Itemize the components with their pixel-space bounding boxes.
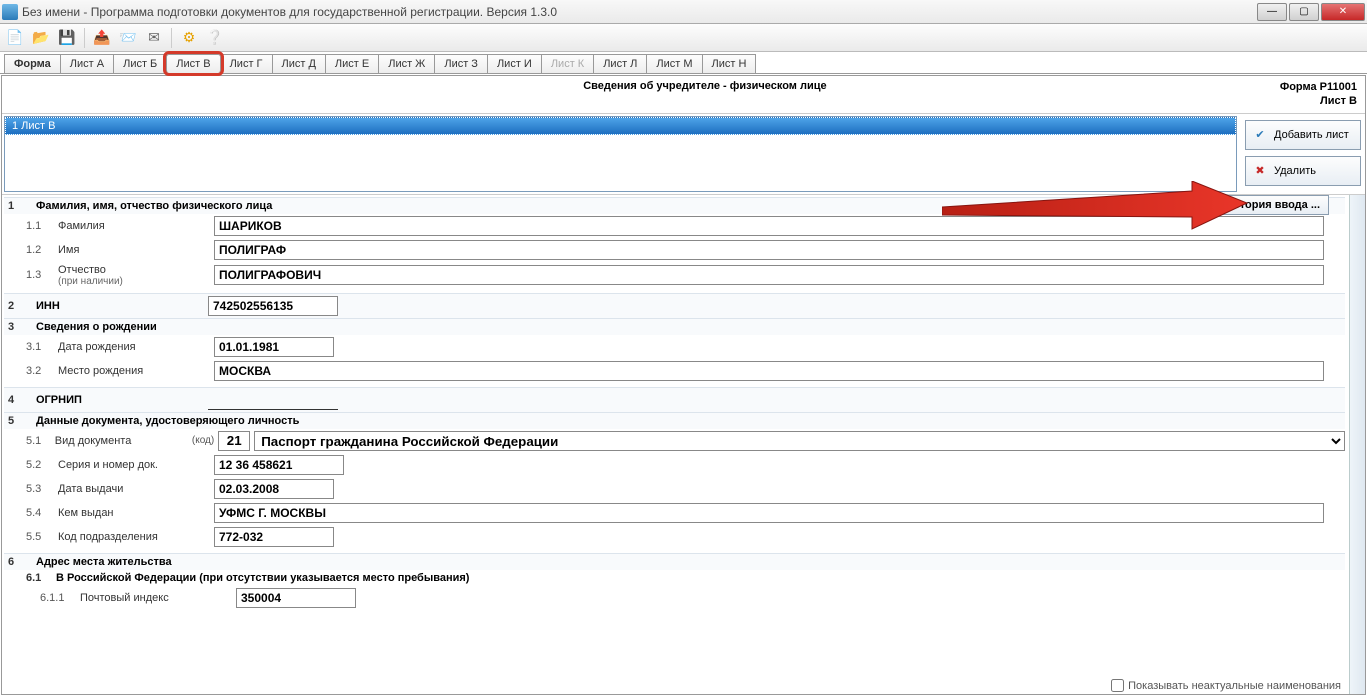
section-6-title: Адрес места жительства xyxy=(36,556,172,568)
section-2-title: ИНН xyxy=(36,300,208,312)
form-code: Форма Р11001 xyxy=(1280,80,1357,94)
inn-input[interactable] xyxy=(208,296,338,316)
mail-icon[interactable]: 📨 xyxy=(117,27,139,49)
tab-i[interactable]: Лист И xyxy=(487,54,542,73)
tab-v[interactable]: Лист В xyxy=(166,54,220,73)
label-postcode: Почтовый индекс xyxy=(80,592,230,604)
tab-k[interactable]: Лист К xyxy=(541,54,594,73)
app-icon xyxy=(2,4,18,20)
tab-z[interactable]: Лист З xyxy=(434,54,488,73)
tab-l[interactable]: Лист Л xyxy=(593,54,647,73)
maximize-button[interactable]: ▢ xyxy=(1289,3,1319,21)
tabs-bar: Форма Лист А Лист Б Лист В Лист Г Лист Д… xyxy=(0,52,1367,74)
sheet-list[interactable]: 1 Лист В xyxy=(4,116,1237,192)
tab-d[interactable]: Лист Д xyxy=(272,54,326,73)
docseries-input[interactable] xyxy=(214,455,344,475)
scrollbar[interactable] xyxy=(1349,195,1365,694)
postcode-input[interactable] xyxy=(236,588,356,608)
save-icon[interactable]: 💾 xyxy=(56,27,78,49)
tab-n[interactable]: Лист Н xyxy=(702,54,757,73)
tab-zh[interactable]: Лист Ж xyxy=(378,54,435,73)
cross-icon: ✖ xyxy=(1252,163,1268,179)
surname-input[interactable] xyxy=(214,216,1324,236)
section-5-title: Данные документа, удостоверяющего личнос… xyxy=(36,415,299,427)
divcode-input[interactable] xyxy=(214,527,334,547)
envelope-icon[interactable]: ✉ xyxy=(143,27,165,49)
show-obsolete-checkbox[interactable] xyxy=(1111,679,1124,692)
tab-e[interactable]: Лист Е xyxy=(325,54,379,73)
label-surname: Фамилия xyxy=(58,220,208,232)
birthplace-input[interactable] xyxy=(214,361,1324,381)
new-icon[interactable]: 📄 xyxy=(4,27,26,49)
settings-icon[interactable]: ⚙ xyxy=(178,27,200,49)
delete-sheet-button[interactable]: ✖ Удалить xyxy=(1245,156,1361,186)
label-doctype: Вид документа xyxy=(55,435,186,447)
close-button[interactable]: ✕ xyxy=(1321,3,1365,21)
doctype-code-input[interactable] xyxy=(218,431,250,451)
tab-a[interactable]: Лист А xyxy=(60,54,114,73)
patronymic-input[interactable] xyxy=(214,265,1324,285)
form-area: история ввода ... 1Фамилия, имя, отчеств… xyxy=(2,195,1349,694)
tab-form[interactable]: Форма xyxy=(4,54,61,73)
label-docissuer: Кем выдан xyxy=(58,507,208,519)
label-patronymic: Отчество(при наличии) xyxy=(58,264,208,287)
ogrnip-input[interactable] xyxy=(208,390,338,410)
section-6-1-title: В Российской Федерации (при отсутствии у… xyxy=(56,572,469,584)
tab-g[interactable]: Лист Г xyxy=(220,54,273,73)
sheet-code: Лист В xyxy=(1280,94,1357,108)
section-4-title: ОГРНИП xyxy=(36,394,208,406)
docissuer-input[interactable] xyxy=(214,503,1324,523)
section-1-title: Фамилия, имя, отчество физического лица xyxy=(36,200,272,212)
label-docseries: Серия и номер док. xyxy=(58,459,208,471)
minimize-button[interactable]: — xyxy=(1257,3,1287,21)
add-sheet-button[interactable]: ✔ Добавить лист xyxy=(1245,120,1361,150)
footer-option: Показывать неактуальные наименования xyxy=(1111,679,1341,692)
window-title: Без имени - Программа подготовки докумен… xyxy=(22,5,557,19)
section-3-title: Сведения о рождении xyxy=(36,321,157,333)
page-header: Сведения об учредителе - физическом лице… xyxy=(2,76,1365,114)
page-title: Сведения об учредителе - физическом лице xyxy=(130,80,1280,92)
name-input[interactable] xyxy=(214,240,1324,260)
help-icon[interactable]: ❔ xyxy=(204,27,226,49)
check-icon: ✔ xyxy=(1252,127,1268,143)
label-name: Имя xyxy=(58,244,208,256)
tab-m[interactable]: Лист М xyxy=(646,54,702,73)
toolbar: 📄 📂 💾 📤 📨 ✉ ⚙ ❔ xyxy=(0,24,1367,52)
open-icon[interactable]: 📂 xyxy=(30,27,52,49)
titlebar: Без имени - Программа подготовки докумен… xyxy=(0,0,1367,24)
birthdate-input[interactable] xyxy=(214,337,334,357)
label-divcode: Код подразделения xyxy=(58,531,208,543)
label-birthplace: Место рождения xyxy=(58,365,208,377)
history-button[interactable]: история ввода ... xyxy=(1218,195,1329,215)
docdate-input[interactable] xyxy=(214,479,334,499)
tab-b[interactable]: Лист Б xyxy=(113,54,167,73)
doctype-select[interactable]: Паспорт гражданина Российской Федерации xyxy=(254,431,1345,451)
list-item[interactable]: 1 Лист В xyxy=(5,117,1236,135)
label-birthdate: Дата рождения xyxy=(58,341,208,353)
export-icon[interactable]: 📤 xyxy=(91,27,113,49)
label-docdate: Дата выдачи xyxy=(58,483,208,495)
